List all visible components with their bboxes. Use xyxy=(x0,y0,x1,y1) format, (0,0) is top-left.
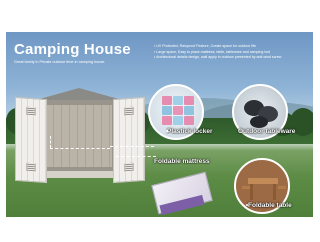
dashed-guide-line xyxy=(116,156,156,157)
vent-icon xyxy=(26,106,36,116)
banner-subtitle: Great family in Private outdoor time in … xyxy=(14,60,106,64)
feature-label-locker: Plastick locker xyxy=(167,128,213,135)
vent-icon xyxy=(26,162,36,172)
dashed-guide-line xyxy=(50,136,51,148)
label-dot xyxy=(166,130,168,132)
vent-icon xyxy=(124,162,134,172)
feature-label-tableware: Outdoor tableware xyxy=(238,128,296,135)
shed-floor xyxy=(39,171,119,178)
shed-interior xyxy=(46,105,112,167)
feature-label-table: Foldable table xyxy=(248,202,292,209)
feature-bullet-list: UV Protected, Rainproof Feature, Create … xyxy=(154,44,310,61)
shed-roof xyxy=(36,88,122,100)
camping-house-banner: Camping House Great family in Private ou… xyxy=(6,32,313,217)
shed-door-left xyxy=(15,96,47,184)
bullet-item: Architectural details design, wall apply… xyxy=(154,55,310,61)
feature-label-mattress: Foldable mattress xyxy=(154,158,210,165)
banner-title: Camping House xyxy=(14,41,131,58)
dashed-guide-line xyxy=(50,148,110,149)
shed-door-right xyxy=(113,96,145,184)
dashed-guide-line xyxy=(110,146,154,147)
vent-icon xyxy=(124,106,134,116)
label-dot xyxy=(246,204,248,206)
